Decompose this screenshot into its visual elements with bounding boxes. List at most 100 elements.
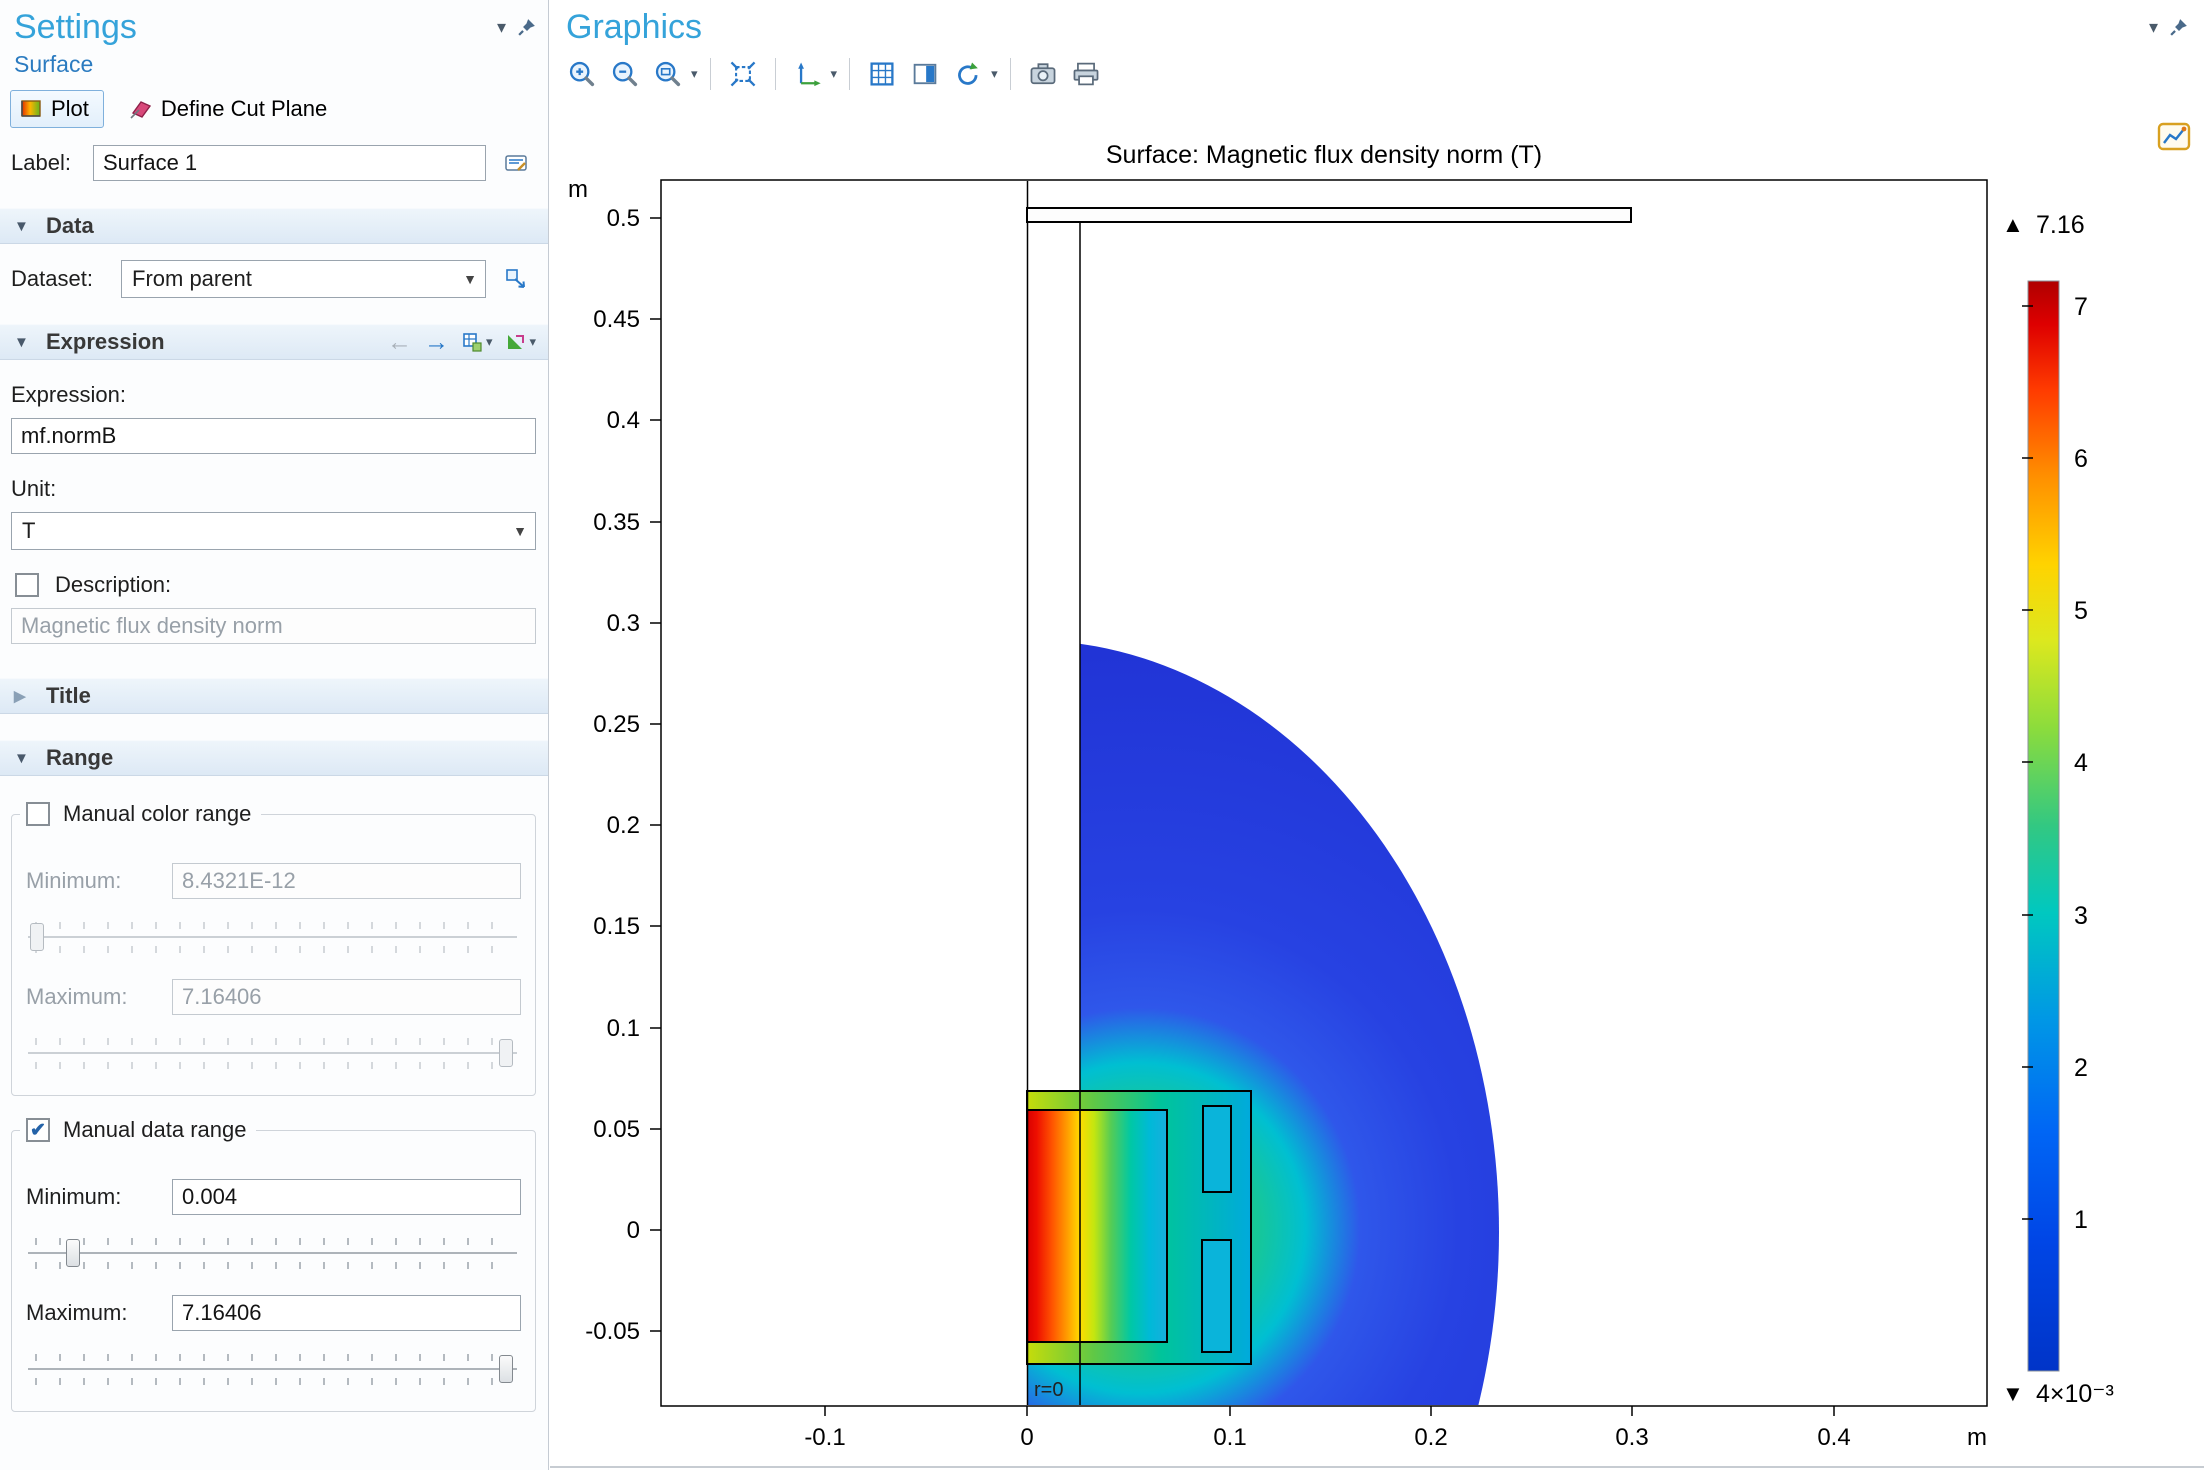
colorbar-min-marker-icon: ▼ <box>2002 1381 2024 1406</box>
pin-icon[interactable] <box>2170 18 2188 36</box>
expression-input[interactable] <box>11 418 536 454</box>
define-cut-plane-button[interactable]: Define Cut Plane <box>120 90 336 128</box>
colorbar-min-value: 4×10⁻³ <box>2036 1380 2114 1408</box>
label-input[interactable] <box>93 145 486 181</box>
plot-button[interactable]: Plot <box>10 90 104 128</box>
settings-menu-caret-icon[interactable]: ▾ <box>497 18 506 36</box>
toolbar-separator <box>849 58 850 90</box>
color-maximum-input <box>172 979 521 1015</box>
check-icon: ✔ <box>30 1121 46 1140</box>
replace-expression-icon <box>504 331 526 353</box>
slider-thumb[interactable] <box>66 1239 80 1267</box>
default-view-caret-icon[interactable]: ▾ <box>831 66 838 82</box>
zoom-box-caret-icon[interactable]: ▾ <box>691 66 698 82</box>
zoom-out-button[interactable] <box>605 54 645 94</box>
collapse-icon[interactable]: ▼ <box>14 335 34 350</box>
image-snapshot-button[interactable] <box>1023 54 1063 94</box>
replace-expression-button[interactable]: ▾ <box>504 331 536 353</box>
svg-text:0.3: 0.3 <box>607 610 640 637</box>
svg-text:6: 6 <box>2074 445 2088 473</box>
dataset-label: Dataset: <box>11 266 111 292</box>
zoom-in-icon <box>567 59 597 89</box>
zoom-extents-icon <box>728 59 758 89</box>
dataset-dropdown[interactable]: From parent ▼ <box>121 260 486 298</box>
data-maximum-slider[interactable] <box>28 1347 517 1391</box>
rename-icon <box>503 150 529 176</box>
svg-text:0: 0 <box>627 1217 640 1244</box>
go-to-source-button[interactable] <box>496 260 536 298</box>
next-expression-icon[interactable]: → <box>424 330 449 355</box>
plot-title: Surface: Magnetic flux density norm (T) <box>1106 141 1542 169</box>
pin-icon[interactable] <box>518 18 536 36</box>
unit-dropdown[interactable]: T ▼ <box>11 512 536 550</box>
scene-light-caret-icon[interactable]: ▾ <box>991 66 998 82</box>
insert-expression-button[interactable]: ▾ <box>461 331 493 353</box>
svg-text:2: 2 <box>2074 1054 2088 1082</box>
scene-light-button[interactable] <box>948 54 988 94</box>
go-to-default-view-button[interactable] <box>788 54 828 94</box>
settings-subtitle[interactable]: Surface <box>14 51 534 78</box>
expression-label: Expression: <box>11 382 534 408</box>
show-legends-button[interactable] <box>905 54 945 94</box>
plot-icon <box>19 97 43 121</box>
title-section-title: Title <box>46 683 91 709</box>
printer-icon <box>1071 59 1101 89</box>
label-field-label: Label: <box>11 150 83 176</box>
collapse-icon[interactable]: ▼ <box>14 751 34 766</box>
svg-text:0: 0 <box>1020 1424 1033 1451</box>
zoom-in-button[interactable] <box>562 54 602 94</box>
manual-data-range-checkbox[interactable]: ✔ <box>26 1118 50 1142</box>
svg-text:4: 4 <box>2074 749 2088 777</box>
svg-text:0.4: 0.4 <box>1817 1424 1850 1451</box>
settings-panel: Settings ▾ Surface Plot <box>0 0 549 1470</box>
manual-color-range-checkbox[interactable] <box>26 802 50 826</box>
data-maximum-input[interactable] <box>172 1295 521 1331</box>
unit-label: Unit: <box>11 476 534 502</box>
expression-section-header[interactable]: ▼ Expression ← → ▾ ▾ <box>0 324 548 360</box>
collapse-icon[interactable]: ▼ <box>14 219 34 234</box>
data-minimum-input[interactable] <box>172 1179 521 1215</box>
svg-text:0.1: 0.1 <box>1213 1424 1246 1451</box>
svg-text:0.25: 0.25 <box>593 711 640 738</box>
color-minimum-input <box>172 863 521 899</box>
data-section-header[interactable]: ▼ Data <box>0 208 548 244</box>
svg-text:5: 5 <box>2074 597 2088 625</box>
plot-canvas[interactable]: r=0 Surface: Magnetic flux density norm … <box>550 112 2204 1470</box>
camera-icon <box>1028 59 1058 89</box>
rename-button[interactable] <box>496 144 536 182</box>
svg-text:-0.1: -0.1 <box>804 1424 845 1451</box>
svg-text:0.3: 0.3 <box>1615 1424 1648 1451</box>
graphics-menu-caret-icon[interactable]: ▾ <box>2149 18 2158 36</box>
go-to-source-icon <box>503 266 529 292</box>
dropdown-caret-icon: ▼ <box>507 523 527 539</box>
description-label: Description: <box>55 572 171 598</box>
svg-text:0.15: 0.15 <box>593 913 640 940</box>
expression-section-title: Expression <box>46 329 165 355</box>
svg-text:0.4: 0.4 <box>607 407 640 434</box>
floating-plot-window-icon[interactable] <box>2156 118 2192 154</box>
toolbar-separator <box>1010 58 1011 90</box>
expand-icon[interactable]: ▶ <box>14 689 34 704</box>
slider-thumb[interactable] <box>499 1355 513 1383</box>
show-grid-button[interactable] <box>862 54 902 94</box>
title-section-header[interactable]: ▶ Title <box>0 678 548 714</box>
print-button[interactable] <box>1066 54 1106 94</box>
range-section-header[interactable]: ▼ Range <box>0 740 548 776</box>
y-tick-labels: 0.5 0.45 0.4 0.35 0.3 0.25 0.2 0.15 0.1 … <box>585 205 640 1345</box>
geometry-rect-upper <box>1203 1106 1231 1192</box>
define-cut-plane-label: Define Cut Plane <box>161 96 327 122</box>
zoom-extents-button[interactable] <box>723 54 763 94</box>
color-minimum-label: Minimum: <box>26 868 162 894</box>
description-checkbox[interactable] <box>15 573 39 597</box>
grid-icon <box>867 59 897 89</box>
zoom-box-button[interactable] <box>648 54 688 94</box>
manual-data-range-group: ✔ Manual data range Minimum: Maximum: <box>11 1130 536 1412</box>
panel-divider <box>550 1466 2204 1468</box>
unit-value: T <box>22 518 507 544</box>
svg-text:0.35: 0.35 <box>593 509 640 536</box>
toolbar-separator <box>710 58 711 90</box>
cut-plane-icon <box>129 97 153 121</box>
previous-expression-icon[interactable]: ← <box>387 330 412 355</box>
x-tick-labels: -0.1 0 0.1 0.2 0.3 0.4 <box>804 1424 1850 1451</box>
data-minimum-slider[interactable] <box>28 1231 517 1275</box>
